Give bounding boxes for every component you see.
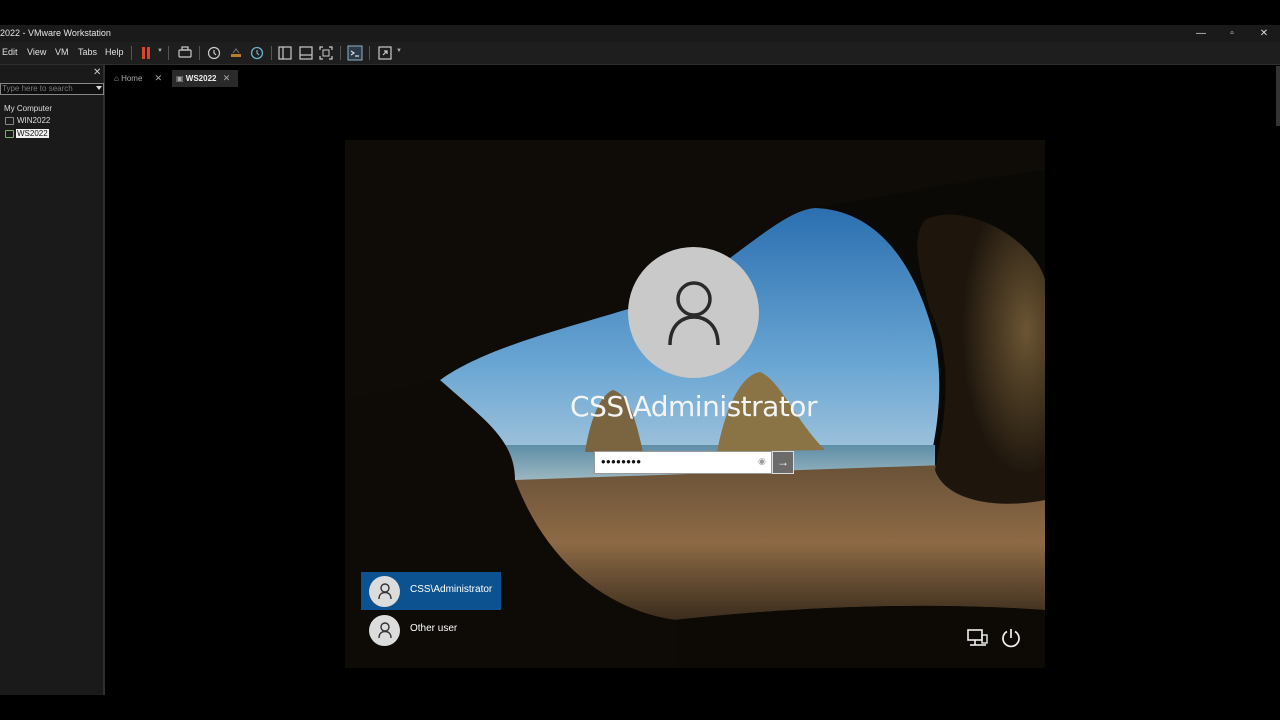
user-item-label: Other user	[410, 623, 458, 634]
console-view-icon[interactable]	[347, 45, 363, 61]
stretch-guest-icon[interactable]	[377, 45, 393, 61]
tree-item-win2022[interactable]: WIN2022	[17, 116, 50, 125]
tab-home-label: Home	[121, 74, 143, 83]
power-icon[interactable]	[999, 626, 1023, 650]
vm-running-icon	[5, 130, 14, 138]
vm-console[interactable]: CSS\Administrator •••••••• ◉ → CSS\Admin…	[345, 140, 1045, 668]
restore-button[interactable]: ▫	[1217, 25, 1247, 42]
menu-tabs[interactable]: Tabs	[78, 47, 97, 57]
tab-ws2022[interactable]: ▣ WS2022 ✕	[172, 70, 238, 87]
user-icon	[668, 281, 720, 346]
network-icon[interactable]	[965, 626, 989, 650]
vm-tab-icon: ▣	[176, 74, 184, 83]
close-icon[interactable]: ✕	[155, 73, 163, 83]
menu-help[interactable]: Help	[105, 47, 124, 57]
toolbar-separator	[168, 46, 169, 60]
toolbar-separator	[271, 46, 272, 60]
user-item-administrator[interactable]: CSS\Administrator	[361, 572, 501, 610]
avatar	[369, 615, 400, 646]
show-library-icon[interactable]	[277, 45, 293, 61]
snapshot-icon[interactable]	[206, 45, 222, 61]
close-icon[interactable]: ✕	[223, 73, 231, 83]
user-avatar	[628, 247, 759, 378]
toolbar-separator	[369, 46, 370, 60]
window-title: 2022 - VMware Workstation	[0, 28, 111, 38]
revert-snapshot-icon[interactable]	[228, 45, 244, 61]
minimize-button[interactable]: —	[1186, 25, 1216, 42]
menu-view[interactable]: View	[27, 47, 46, 57]
search-placeholder: Type here to search	[2, 84, 73, 93]
chevron-down-icon[interactable]: ▼	[157, 48, 163, 54]
toolbar-separator	[131, 46, 132, 60]
tree-root-my-computer[interactable]: My Computer	[4, 104, 52, 113]
toolbar-separator	[340, 46, 341, 60]
tab-ws2022-label: WS2022	[185, 74, 217, 83]
thumbnail-bar-icon[interactable]	[298, 45, 314, 61]
send-keys-icon[interactable]	[177, 45, 193, 61]
menu-vm[interactable]: VM	[55, 47, 69, 57]
user-icon	[378, 622, 392, 639]
user-icon	[378, 583, 392, 600]
menu-edit[interactable]: Edit	[2, 47, 18, 57]
close-library-icon[interactable]: ✕	[93, 67, 101, 78]
user-item-other-user[interactable]: Other user	[361, 611, 501, 649]
scrollbar[interactable]	[1276, 66, 1280, 126]
user-item-label: CSS\Administrator	[410, 584, 493, 595]
tab-strip: ⌂ Home ✕ ▣ WS2022 ✕	[108, 70, 1280, 87]
tab-home[interactable]: ⌂ Home ✕	[114, 70, 170, 87]
chevron-down-icon[interactable]	[96, 86, 102, 90]
chevron-down-icon[interactable]: ▼	[396, 48, 402, 54]
reveal-password-icon[interactable]: ◉	[758, 456, 766, 467]
title-bar: 2022 - VMware Workstation — ▫ ✕	[0, 25, 1280, 42]
password-input[interactable]: •••••••• ◉	[594, 451, 772, 474]
tree-item-ws2022[interactable]: WS2022	[16, 129, 49, 138]
sign-in-button[interactable]: →	[772, 451, 794, 474]
login-username: CSS\Administrator	[570, 390, 817, 423]
close-button[interactable]: ✕	[1249, 25, 1279, 42]
password-value: ••••••••	[601, 454, 642, 469]
menu-bar: Edit View VM Tabs Help ▼ ▼	[0, 42, 1280, 65]
avatar	[369, 576, 400, 607]
arrow-right-icon: →	[777, 455, 789, 469]
library-panel: ✕ Type here to search My Computer WIN202…	[0, 65, 105, 695]
pause-icon[interactable]	[138, 45, 154, 61]
toolbar-separator	[199, 46, 200, 60]
snapshot-manager-icon[interactable]	[249, 45, 265, 61]
library-search-input[interactable]: Type here to search	[0, 83, 104, 95]
home-icon: ⌂	[114, 74, 119, 83]
vm-icon	[5, 117, 14, 125]
full-screen-icon[interactable]	[318, 45, 334, 61]
